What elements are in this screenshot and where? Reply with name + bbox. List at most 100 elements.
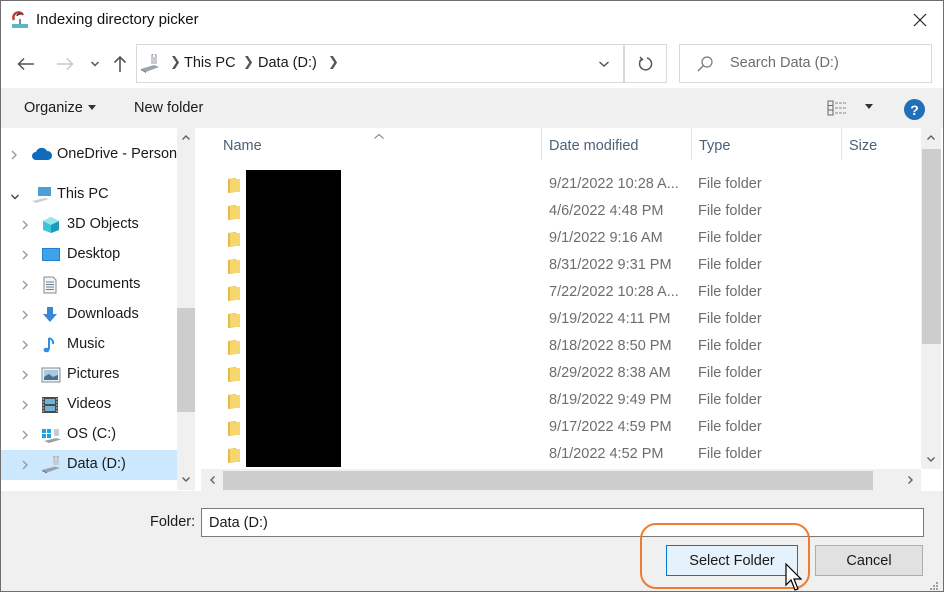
file-type: File folder [698,284,762,300]
search-icon [696,55,714,77]
help-button[interactable]: ? [904,99,925,120]
chevron-right-icon[interactable] [21,459,31,471]
column-header-name[interactable]: Name [223,138,262,154]
chevron-right-icon[interactable] [21,429,31,441]
navigation-pane-scrollbar[interactable] [177,128,195,490]
address-history-dropdown[interactable] [584,44,624,83]
caret-down-icon [87,104,96,110]
address-bar[interactable]: ❯ This PC ❯ Data (D:) ❯ [136,44,624,83]
tree-item-onedrive-person[interactable]: OneDrive - Person [1,140,177,170]
cancel-button[interactable]: Cancel [815,545,923,576]
tree-item-documents[interactable]: Documents [1,270,177,300]
scroll-down-arrow-icon[interactable] [922,450,940,468]
file-row[interactable]: 8/31/2022 9:31 PM File folder [201,251,921,278]
scrollbar-thumb[interactable] [223,471,873,490]
tree-item-3d-objects[interactable]: 3D Objects [1,210,177,240]
os-drive-icon [41,426,61,444]
column-header-size[interactable]: Size [849,138,877,154]
file-type: File folder [698,257,762,273]
file-date-modified: 9/21/2022 10:28 A... [549,176,679,192]
title-bar: Indexing directory picker [1,1,943,41]
file-type: File folder [698,446,762,462]
select-folder-button[interactable]: Select Folder [666,545,798,576]
forward-arrow-icon [57,57,74,71]
3d-objects-icon [41,216,61,234]
column-header-date-modified[interactable]: Date modified [549,138,638,154]
column-divider[interactable] [541,128,542,160]
up-button[interactable] [109,51,131,77]
forward-button[interactable] [52,51,78,77]
scroll-left-arrow-icon[interactable] [203,471,221,489]
tree-item-os-c[interactable]: OS (C:) [1,420,177,450]
folder-name-input[interactable] [201,508,924,537]
column-divider[interactable] [841,128,842,160]
organize-menu-button[interactable]: Organize [24,100,96,116]
back-button[interactable] [13,51,39,77]
this-pc-icon [31,186,51,204]
file-type: File folder [698,203,762,219]
file-row[interactable]: 9/17/2022 4:59 PM File folder [201,413,921,440]
chevron-down-icon [90,61,100,67]
tree-item-music[interactable]: Music [1,330,177,360]
chevron-right-icon[interactable] [21,339,31,351]
navigation-pane: OneDrive - Person This PC 3D Objects Deskto… [1,128,177,488]
scrollbar-thumb[interactable] [177,308,195,412]
chevron-right-icon[interactable] [21,399,31,411]
folder-label: Folder: [150,514,196,530]
scroll-up-arrow-icon[interactable] [922,128,940,146]
file-type: File folder [698,176,762,192]
chevron-right-icon[interactable] [21,219,31,231]
resize-grip-icon[interactable] [929,579,939,591]
chevron-right-icon[interactable] [21,369,31,381]
redacted-file-name [246,305,341,332]
folder-icon [227,285,241,301]
new-folder-button[interactable]: New folder [134,100,203,116]
file-list-horizontal-scrollbar[interactable] [201,469,921,491]
redacted-file-name [246,224,341,251]
tree-item-label: This PC [57,186,109,202]
file-date-modified: 8/18/2022 8:50 PM [549,338,672,354]
column-header-type[interactable]: Type [699,138,730,154]
file-row[interactable]: 8/19/2022 9:49 PM File folder [201,386,921,413]
file-row[interactable]: 9/19/2022 4:11 PM File folder [201,305,921,332]
close-button[interactable] [897,1,943,39]
file-row[interactable]: 9/1/2022 9:16 AM File folder [201,224,921,251]
chevron-down-icon[interactable] [10,189,20,201]
tree-item-label: Downloads [67,306,139,322]
scroll-right-arrow-icon[interactable] [901,471,919,489]
column-divider[interactable] [691,128,692,160]
breadcrumb-data-d[interactable]: Data (D:) [258,55,317,71]
file-row[interactable]: 9/21/2022 10:28 A... File folder [201,170,921,197]
file-type: File folder [698,338,762,354]
refresh-button[interactable] [624,44,667,83]
search-input[interactable]: Search Data (D:) [679,44,932,83]
tree-item-data-d[interactable]: Data (D:) [1,450,177,480]
scroll-up-arrow-icon[interactable] [177,128,195,146]
chevron-right-icon[interactable] [21,249,31,261]
scroll-down-arrow-icon[interactable] [177,470,195,488]
file-row[interactable]: 4/6/2022 4:48 PM File folder [201,197,921,224]
chevron-right-icon[interactable] [21,309,31,321]
file-row[interactable]: 8/18/2022 8:50 PM File folder [201,332,921,359]
tree-item-label: Pictures [67,366,120,382]
file-row[interactable]: 7/22/2022 10:28 A... File folder [201,278,921,305]
tree-item-pictures[interactable]: Pictures [1,360,177,390]
chevron-right-icon[interactable] [21,279,31,291]
folder-icon [227,339,241,355]
tree-item-desktop[interactable]: Desktop [1,240,177,270]
redacted-file-name [246,197,341,224]
breadcrumb-this-pc[interactable]: This PC [184,55,236,71]
tree-item-downloads[interactable]: Downloads [1,300,177,330]
details-view-icon [827,100,847,116]
change-view-button[interactable] [827,100,873,118]
tree-item-videos[interactable]: Videos [1,390,177,420]
chevron-right-icon[interactable] [10,149,20,161]
scrollbar-thumb[interactable] [922,149,941,344]
file-date-modified: 8/19/2022 9:49 PM [549,392,672,408]
breadcrumb-separator-icon: ❯ [170,54,181,69]
file-row[interactable]: 8/1/2022 4:52 PM File folder [201,440,921,467]
file-list-vertical-scrollbar[interactable] [921,128,941,469]
recent-locations-button[interactable] [87,51,103,77]
tree-item-this-pc[interactable]: This PC [1,180,177,210]
file-row[interactable]: 8/29/2022 8:38 AM File folder [201,359,921,386]
